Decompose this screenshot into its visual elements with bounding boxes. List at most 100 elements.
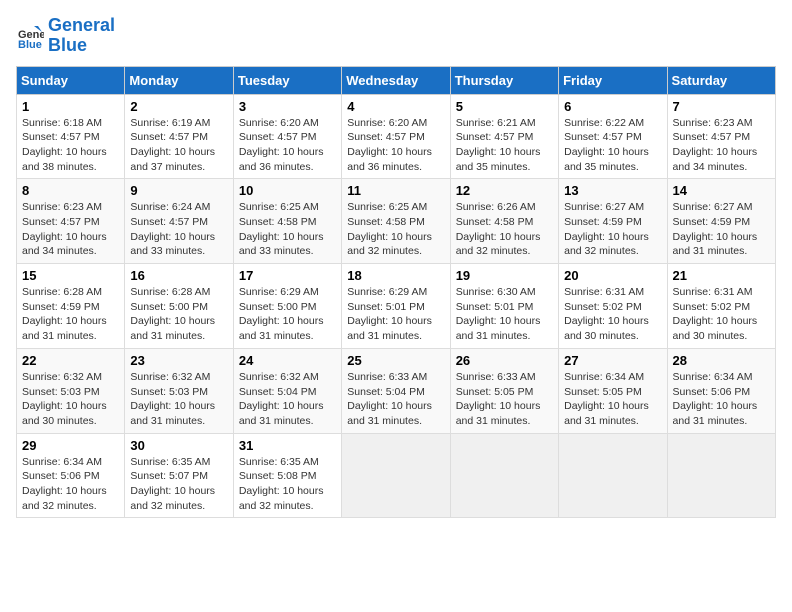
calendar-day-cell: 21Sunrise: 6:31 AM Sunset: 5:02 PM Dayli…: [667, 264, 775, 349]
col-wednesday: Wednesday: [342, 66, 450, 94]
day-number: 19: [456, 268, 553, 283]
logo: General Blue General Blue: [16, 16, 115, 56]
day-number: 6: [564, 99, 661, 114]
calendar-week-row: 29Sunrise: 6:34 AM Sunset: 5:06 PM Dayli…: [17, 433, 776, 518]
logo-blue: Blue: [48, 36, 115, 56]
day-info: Sunrise: 6:32 AM Sunset: 5:04 PM Dayligh…: [239, 370, 336, 429]
calendar-day-cell: 8 Sunrise: 6:23 AM Sunset: 4:57 PM Daylig…: [17, 179, 125, 264]
calendar-header-row: SundayMondayTuesdayWednesdayThursdayFrid…: [17, 66, 776, 94]
col-monday: Monday: [125, 66, 233, 94]
calendar-week-row: 8 Sunrise: 6:23 AM Sunset: 4:57 PM Daylig…: [17, 179, 776, 264]
day-number: 27: [564, 353, 661, 368]
day-info: Sunrise: 6:33 AM Sunset: 5:05 PM Dayligh…: [456, 370, 553, 429]
day-info: Sunrise: 6:25 AM Sunset: 4:58 PM Dayligh…: [239, 200, 336, 259]
day-info: Sunrise: 6:31 AM Sunset: 5:02 PM Dayligh…: [564, 285, 661, 344]
col-saturday: Saturday: [667, 66, 775, 94]
col-thursday: Thursday: [450, 66, 558, 94]
day-number: 15: [22, 268, 119, 283]
day-info: Sunrise: 6:30 AM Sunset: 5:01 PM Dayligh…: [456, 285, 553, 344]
calendar-week-row: 15 Sunrise: 6:28 AM Sunset: 4:59 PM Dayli…: [17, 264, 776, 349]
day-number: 5: [456, 99, 553, 114]
day-info: Sunrise: 6:24 AM Sunset: 4:57 PM Dayligh…: [130, 200, 227, 259]
day-number: 23: [130, 353, 227, 368]
calendar-day-cell: 3 Sunrise: 6:20 AM Sunset: 4:57 PM Daylig…: [233, 94, 341, 179]
svg-text:Blue: Blue: [18, 39, 42, 50]
day-number: 21: [673, 268, 770, 283]
day-info: Sunrise: 6:33 AM Sunset: 5:04 PM Dayligh…: [347, 370, 444, 429]
logo-general: General: [48, 16, 115, 36]
calendar-day-cell: 1 Sunrise: 6:18 AM Sunset: 4:57 PM Daylig…: [17, 94, 125, 179]
empty-cell: [559, 433, 667, 518]
day-info: Sunrise: 6:18 AM Sunset: 4:57 PM Dayligh…: [22, 116, 119, 175]
day-info: Sunrise: 6:23 AM Sunset: 4:57 PM Dayligh…: [673, 116, 770, 175]
day-info: Sunrise: 6:29 AM Sunset: 5:00 PM Dayligh…: [239, 285, 336, 344]
calendar-day-cell: 9 Sunrise: 6:24 AM Sunset: 4:57 PM Daylig…: [125, 179, 233, 264]
day-number: 20: [564, 268, 661, 283]
day-number: 7: [673, 99, 770, 114]
day-info: Sunrise: 6:34 AM Sunset: 5:06 PM Dayligh…: [22, 455, 119, 514]
day-number: 12: [456, 183, 553, 198]
day-number: 2: [130, 99, 227, 114]
day-info: Sunrise: 6:27 AM Sunset: 4:59 PM Dayligh…: [564, 200, 661, 259]
col-sunday: Sunday: [17, 66, 125, 94]
empty-cell: [342, 433, 450, 518]
day-number: 28: [673, 353, 770, 368]
day-info: Sunrise: 6:20 AM Sunset: 4:57 PM Dayligh…: [347, 116, 444, 175]
calendar-day-cell: 14 Sunrise: 6:27 AM Sunset: 4:59 PM Dayli…: [667, 179, 775, 264]
calendar-day-cell: 5 Sunrise: 6:21 AM Sunset: 4:57 PM Daylig…: [450, 94, 558, 179]
day-info: Sunrise: 6:20 AM Sunset: 4:57 PM Dayligh…: [239, 116, 336, 175]
day-info: Sunrise: 6:23 AM Sunset: 4:57 PM Dayligh…: [22, 200, 119, 259]
empty-cell: [450, 433, 558, 518]
day-info: Sunrise: 6:28 AM Sunset: 4:59 PM Dayligh…: [22, 285, 119, 344]
day-number: 10: [239, 183, 336, 198]
day-number: 3: [239, 99, 336, 114]
day-number: 1: [22, 99, 119, 114]
day-number: 18: [347, 268, 444, 283]
calendar-day-cell: 13 Sunrise: 6:27 AM Sunset: 4:59 PM Dayli…: [559, 179, 667, 264]
day-info: Sunrise: 6:27 AM Sunset: 4:59 PM Dayligh…: [673, 200, 770, 259]
day-number: 8: [22, 183, 119, 198]
day-number: 9: [130, 183, 227, 198]
logo-icon: General Blue: [16, 22, 44, 50]
calendar-day-cell: 18 Sunrise: 6:29 AM Sunset: 5:01 PM Dayli…: [342, 264, 450, 349]
calendar-day-cell: 25 Sunrise: 6:33 AM Sunset: 5:04 PM Dayli…: [342, 348, 450, 433]
day-number: 25: [347, 353, 444, 368]
day-info: Sunrise: 6:28 AM Sunset: 5:00 PM Dayligh…: [130, 285, 227, 344]
calendar-day-cell: 12 Sunrise: 6:26 AM Sunset: 4:58 PM Dayli…: [450, 179, 558, 264]
day-number: 22: [22, 353, 119, 368]
day-number: 26: [456, 353, 553, 368]
calendar-day-cell: 31 Sunrise: 6:35 AM Sunset: 5:08 PM Dayli…: [233, 433, 341, 518]
calendar-day-cell: 2Sunrise: 6:19 AM Sunset: 4:57 PM Daylig…: [125, 94, 233, 179]
calendar-day-cell: 7 Sunrise: 6:23 AM Sunset: 4:57 PM Daylig…: [667, 94, 775, 179]
day-info: Sunrise: 6:26 AM Sunset: 4:58 PM Dayligh…: [456, 200, 553, 259]
day-info: Sunrise: 6:32 AM Sunset: 5:03 PM Dayligh…: [130, 370, 227, 429]
day-number: 16: [130, 268, 227, 283]
calendar-day-cell: 27 Sunrise: 6:34 AM Sunset: 5:05 PM Dayli…: [559, 348, 667, 433]
calendar-day-cell: 26 Sunrise: 6:33 AM Sunset: 5:05 PM Dayli…: [450, 348, 558, 433]
calendar-day-cell: 23 Sunrise: 6:32 AM Sunset: 5:03 PM Dayli…: [125, 348, 233, 433]
calendar-day-cell: 10 Sunrise: 6:25 AM Sunset: 4:58 PM Dayli…: [233, 179, 341, 264]
calendar-day-cell: 30Sunrise: 6:35 AM Sunset: 5:07 PM Dayli…: [125, 433, 233, 518]
calendar-day-cell: 16 Sunrise: 6:28 AM Sunset: 5:00 PM Dayli…: [125, 264, 233, 349]
day-info: Sunrise: 6:34 AM Sunset: 5:05 PM Dayligh…: [564, 370, 661, 429]
day-number: 11: [347, 183, 444, 198]
day-info: Sunrise: 6:25 AM Sunset: 4:58 PM Dayligh…: [347, 200, 444, 259]
day-number: 4: [347, 99, 444, 114]
day-number: 24: [239, 353, 336, 368]
day-number: 30: [130, 438, 227, 453]
calendar-day-cell: 29Sunrise: 6:34 AM Sunset: 5:06 PM Dayli…: [17, 433, 125, 518]
empty-cell: [667, 433, 775, 518]
day-info: Sunrise: 6:21 AM Sunset: 4:57 PM Dayligh…: [456, 116, 553, 175]
day-info: Sunrise: 6:34 AM Sunset: 5:06 PM Dayligh…: [673, 370, 770, 429]
calendar-day-cell: 22Sunrise: 6:32 AM Sunset: 5:03 PM Dayli…: [17, 348, 125, 433]
day-number: 13: [564, 183, 661, 198]
calendar-day-cell: 28 Sunrise: 6:34 AM Sunset: 5:06 PM Dayli…: [667, 348, 775, 433]
day-number: 14: [673, 183, 770, 198]
calendar-day-cell: 17Sunrise: 6:29 AM Sunset: 5:00 PM Dayli…: [233, 264, 341, 349]
day-info: Sunrise: 6:35 AM Sunset: 5:08 PM Dayligh…: [239, 455, 336, 514]
calendar-week-row: 1 Sunrise: 6:18 AM Sunset: 4:57 PM Daylig…: [17, 94, 776, 179]
calendar-day-cell: 6Sunrise: 6:22 AM Sunset: 4:57 PM Daylig…: [559, 94, 667, 179]
day-number: 31: [239, 438, 336, 453]
header: General Blue General Blue: [16, 16, 776, 56]
day-info: Sunrise: 6:29 AM Sunset: 5:01 PM Dayligh…: [347, 285, 444, 344]
